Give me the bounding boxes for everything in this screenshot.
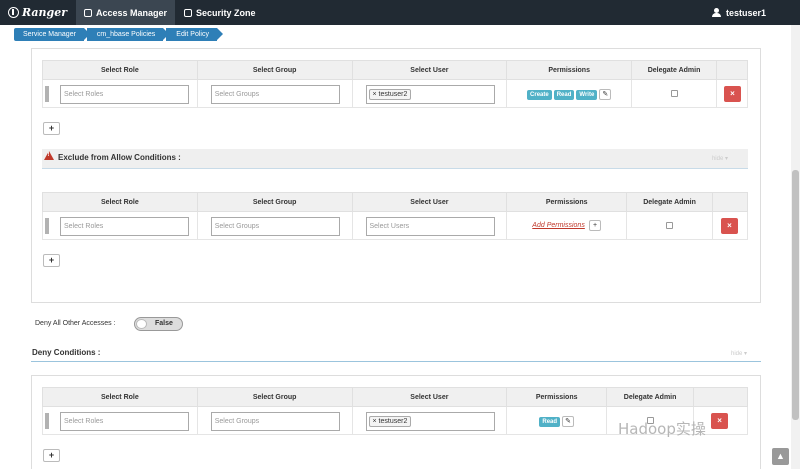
col-delegate-admin: Delegate Admin <box>626 192 713 212</box>
col-select-user: Select User <box>351 192 508 212</box>
select-users-input[interactable]: × testuser2 <box>365 412 495 431</box>
col-select-group: Select Group <box>196 192 353 212</box>
col-permissions: Permissions <box>506 192 628 212</box>
breadcrumb: Service Manager cm_hbase Policies Edit P… <box>14 28 223 41</box>
col-permissions: Permissions <box>506 60 633 80</box>
user-icon <box>711 8 721 17</box>
select-roles-input[interactable]: Select Roles <box>60 412 189 431</box>
allow-conditions-table: Select Role Select Group Select User Per… <box>42 60 749 108</box>
table-row: Select Roles Select Groups Select Users … <box>42 211 748 240</box>
toggle-value: False <box>155 320 173 327</box>
col-permissions: Permissions <box>506 387 608 407</box>
perm-read: Read <box>539 417 561 427</box>
select-users-input[interactable]: × testuser2 <box>365 85 495 104</box>
permissions-cell: Add Permissions + <box>507 220 626 231</box>
table-header: Select Role Select Group Select User Per… <box>42 60 749 80</box>
delete-row-button[interactable]: × <box>723 86 741 102</box>
add-exclude-row-button[interactable]: + <box>43 254 60 267</box>
drag-handle[interactable] <box>45 218 49 234</box>
table-header: Select Role Select Group Select User Per… <box>42 387 748 407</box>
deny-conditions-title: Deny Conditions : <box>32 348 101 357</box>
col-select-role: Select Role <box>42 60 198 80</box>
deny-all-toggle[interactable]: False <box>134 317 183 331</box>
ranger-logo[interactable]: Ranger <box>8 4 67 21</box>
select-roles-input[interactable]: Select Roles <box>60 85 189 104</box>
toggle-knob <box>136 319 147 329</box>
col-actions <box>693 387 748 407</box>
scrollbar-thumb[interactable] <box>792 170 799 420</box>
section-divider <box>31 361 761 362</box>
edit-permissions-icon[interactable]: ✎ <box>599 89 612 100</box>
nav-security-zone[interactable]: Security Zone <box>176 0 264 25</box>
col-select-group: Select Group <box>196 60 353 80</box>
add-permission-plus-icon[interactable]: + <box>589 220 602 231</box>
col-delegate-admin: Delegate Admin <box>606 387 695 407</box>
select-groups-input[interactable]: Select Groups <box>210 412 340 431</box>
hide-label: hide <box>711 156 724 162</box>
exclude-conditions-table: Select Role Select Group Select User Per… <box>42 192 748 240</box>
delegate-admin-checkbox[interactable] <box>671 90 679 97</box>
col-select-group: Select Group <box>196 387 353 407</box>
table-row: Select Roles Select Groups × testuser2 C… <box>42 79 749 108</box>
scroll-to-top-icon[interactable]: ▲ <box>772 448 789 465</box>
nav-access-manager[interactable]: Access Manager <box>76 0 176 25</box>
col-delegate-admin: Delegate Admin <box>631 60 717 80</box>
brand-name: Ranger <box>22 6 68 19</box>
user-tag-label: testuser2 <box>378 418 408 425</box>
hide-label: hide <box>731 351 743 357</box>
table-header: Select Role Select Group Select User Per… <box>42 192 748 212</box>
perm-write: Write <box>576 90 598 100</box>
user-tag-label: testuser2 <box>378 91 408 98</box>
deny-hide-toggle[interactable]: hide ▾ <box>731 350 747 357</box>
delete-row-button[interactable]: × <box>711 413 729 429</box>
col-actions <box>715 60 749 80</box>
exclude-title: Exclude from Allow Conditions : <box>58 153 181 162</box>
perm-create: Create <box>527 90 552 100</box>
zone-icon <box>184 8 192 17</box>
nav-security-zone-label: Security Zone <box>196 7 256 18</box>
col-select-user: Select User <box>351 387 508 407</box>
permissions-cell: Create Read Write ✎ <box>507 89 631 100</box>
select-roles-input[interactable]: Select Roles <box>60 217 189 236</box>
permissions-cell: Read ✎ <box>507 416 606 427</box>
col-select-user: Select User <box>351 60 508 80</box>
col-select-role: Select Role <box>42 387 198 407</box>
user-menu[interactable]: testuser1 <box>711 0 766 25</box>
select-users-input[interactable]: Select Users <box>365 217 495 236</box>
col-select-role: Select Role <box>42 192 198 212</box>
add-allow-row-button[interactable]: + <box>43 122 60 135</box>
top-navbar: Ranger Access Manager Security Zone test… <box>0 0 800 25</box>
drag-handle[interactable] <box>45 413 49 429</box>
edit-permissions-icon[interactable]: ✎ <box>562 416 575 427</box>
watermark: Hadoop实操 <box>618 420 706 438</box>
col-actions <box>712 192 748 212</box>
add-deny-row-button[interactable]: + <box>43 449 60 462</box>
user-tag[interactable]: × testuser2 <box>368 89 412 100</box>
select-groups-input[interactable]: Select Groups <box>210 85 340 104</box>
user-name: testuser1 <box>725 7 766 18</box>
breadcrumb-policies[interactable]: cm_hbase Policies <box>86 28 170 41</box>
exclude-hide-toggle[interactable]: hide ▾ <box>712 155 728 162</box>
user-tag[interactable]: × testuser2 <box>368 416 412 427</box>
warning-icon <box>44 151 54 160</box>
exclude-section-header[interactable]: Exclude from Allow Conditions : hide ▾ <box>42 149 748 169</box>
deny-all-label: Deny All Other Accesses : <box>35 320 116 327</box>
drag-handle[interactable] <box>45 86 49 102</box>
breadcrumb-edit-policy: Edit Policy <box>166 28 223 41</box>
ranger-logo-icon <box>8 7 19 18</box>
nav-access-manager-label: Access Manager <box>96 7 168 18</box>
breadcrumb-service-manager[interactable]: Service Manager <box>14 28 90 41</box>
delegate-admin-checkbox[interactable] <box>666 222 674 229</box>
select-groups-input[interactable]: Select Groups <box>210 217 340 236</box>
delete-row-button[interactable]: × <box>721 218 738 234</box>
perm-read: Read <box>553 90 575 100</box>
add-permissions-link[interactable]: Add Permissions <box>532 222 585 229</box>
shield-icon <box>84 8 92 17</box>
scrollbar[interactable] <box>791 25 800 469</box>
